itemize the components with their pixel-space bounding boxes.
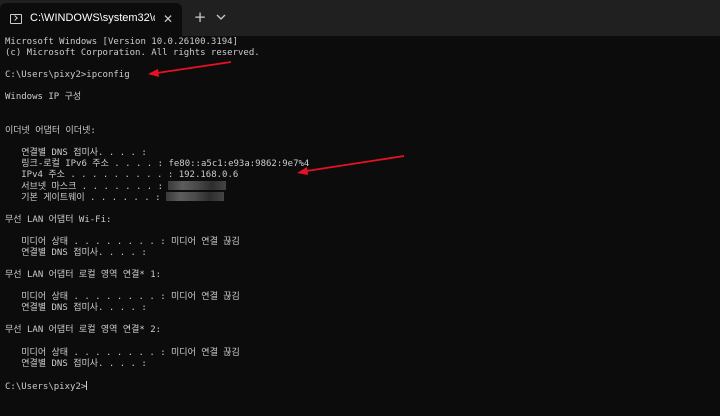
- subnet-label: 서브넷 마스크 . . . . . . . :: [5, 182, 164, 193]
- wifi-adapter-header: 무선 LAN 어댑터 Wi-Fi:: [5, 214, 112, 225]
- local-area-2-media-state: 미디어 상태 . . . . . . . . : 미디어 연결 끊김: [5, 347, 240, 358]
- version-line: Microsoft Windows [Version 10.0.26100.31…: [5, 37, 238, 47]
- ip-config-title: Windows IP 구성: [5, 92, 82, 103]
- redacted-subnet-value: [168, 181, 227, 191]
- title-bar: C:\WINDOWS\system32\cmd.exe ✕ +: [0, 0, 720, 36]
- terminal-window: C:\WINDOWS\system32\cmd.exe ✕ + Microsof…: [0, 0, 720, 416]
- local-area-1-media-state: 미디어 상태 . . . . . . . . : 미디어 연결 끊김: [5, 292, 240, 303]
- prompt-text: C:\Users\pixy2>: [5, 381, 87, 392]
- command-prompt-ipconfig: C:\Users\pixy2>ipconfig: [5, 70, 130, 81]
- redacted-gateway-value: [165, 192, 224, 202]
- local-area-2-header: 무선 LAN 어댑터 로컬 영역 연결* 2:: [5, 325, 162, 336]
- command-prompt-current[interactable]: C:\Users\pixy2>: [5, 380, 717, 392]
- eth-ipv6-address: 링크-로컬 IPv6 주소 . . . . : fe80::a5c1:e93a:…: [5, 159, 310, 170]
- eth-dns-suffix: 연결별 DNS 접미사. . . . :: [5, 147, 147, 158]
- new-tab-button[interactable]: +: [191, 8, 209, 26]
- eth-ipv4-address: IPv4 주소 . . . . . . . . . : 192.168.0.6: [5, 170, 239, 181]
- eth-default-gateway: 기본 게이트웨이 . . . . . . :: [5, 192, 717, 203]
- tab-title: C:\WINDOWS\system32\cmd.exe: [30, 12, 155, 24]
- copyright-line: (c) Microsoft Corporation. All rights re…: [5, 48, 260, 59]
- console-output[interactable]: Microsoft Windows [Version 10.0.26100.31…: [5, 37, 717, 392]
- local-area-2-dns-suffix: 연결별 DNS 접미사. . . . :: [5, 358, 147, 369]
- terminal-icon: [10, 14, 22, 24]
- eth-subnet-mask: 서브넷 마스크 . . . . . . . :: [5, 181, 717, 192]
- close-icon[interactable]: ✕: [160, 11, 176, 27]
- wifi-dns-suffix: 연결별 DNS 접미사. . . . :: [5, 247, 147, 258]
- text-cursor: [86, 380, 88, 390]
- local-area-1-dns-suffix: 연결별 DNS 접미사. . . . :: [5, 303, 147, 314]
- local-area-1-header: 무선 LAN 어댑터 로컬 영역 연결* 1:: [5, 269, 162, 280]
- ethernet-adapter-header: 이더넷 어댑터 이더넷:: [5, 125, 96, 136]
- tab-cmd[interactable]: C:\WINDOWS\system32\cmd.exe ✕: [0, 3, 182, 36]
- gateway-label: 기본 게이트웨이 . . . . . . :: [5, 193, 161, 204]
- wifi-media-state: 미디어 상태 . . . . . . . . : 미디어 연결 끊김: [5, 236, 240, 247]
- chevron-down-icon[interactable]: [214, 9, 228, 25]
